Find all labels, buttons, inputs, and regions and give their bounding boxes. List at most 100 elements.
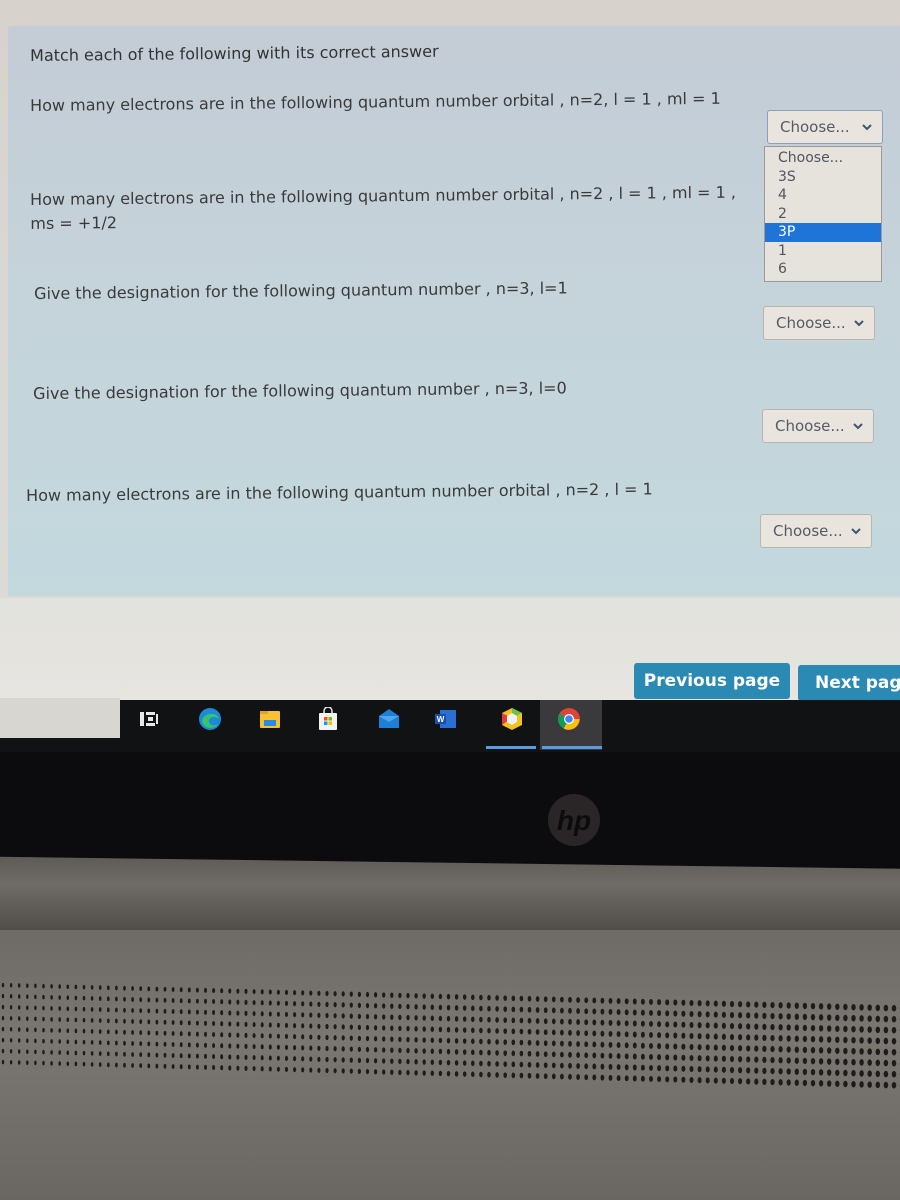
dropdown-option[interactable]: 4 bbox=[765, 186, 881, 205]
grille-hole bbox=[681, 999, 686, 1006]
file-explorer-icon[interactable] bbox=[258, 707, 282, 731]
grille-hole bbox=[665, 1076, 670, 1083]
answer-dropdown-list[interactable]: Choose... 3S 4 2 3P 1 6 bbox=[764, 146, 882, 282]
grille-hole bbox=[503, 995, 508, 1001]
grille-hole bbox=[705, 1022, 710, 1029]
answer-select-1[interactable]: Choose... bbox=[767, 110, 883, 144]
grille-hole bbox=[349, 1068, 353, 1074]
grille-hole bbox=[713, 1066, 718, 1073]
grille-hole bbox=[827, 1058, 832, 1065]
grille-hole bbox=[123, 1040, 126, 1046]
grille-hole bbox=[770, 1056, 775, 1064]
grille-hole bbox=[786, 1046, 791, 1053]
grille-hole bbox=[373, 1003, 378, 1009]
grille-hole bbox=[74, 1050, 78, 1056]
grille-hole bbox=[584, 1063, 589, 1070]
task-view-icon[interactable] bbox=[137, 707, 161, 731]
grille-hole bbox=[74, 1039, 78, 1045]
grille-hole bbox=[123, 1062, 126, 1068]
grille-hole bbox=[576, 1008, 580, 1014]
grille-hole bbox=[616, 1020, 621, 1027]
grille-hole bbox=[422, 1015, 426, 1021]
dropdown-option[interactable]: Choose... bbox=[765, 149, 881, 168]
grille-hole bbox=[843, 1025, 848, 1033]
grille-hole bbox=[90, 1018, 94, 1023]
hp-logo-text: hp bbox=[557, 805, 591, 836]
grille-hole bbox=[365, 1035, 370, 1042]
grille-hole bbox=[333, 1002, 337, 1008]
grille-hole bbox=[357, 1035, 362, 1041]
dropdown-option[interactable]: 6 bbox=[765, 260, 881, 279]
grille-hole bbox=[746, 1045, 751, 1052]
grille-hole bbox=[9, 1038, 13, 1043]
grille-hole bbox=[147, 1063, 151, 1069]
grille-hole bbox=[689, 1076, 694, 1084]
grille-hole bbox=[883, 1081, 889, 1089]
answer-select-5[interactable]: Choose... bbox=[760, 514, 872, 548]
grille-hole bbox=[535, 1018, 540, 1024]
grille-hole bbox=[357, 1024, 362, 1030]
word-letter: W bbox=[437, 715, 445, 724]
grille-hole bbox=[9, 1060, 13, 1065]
grille-hole bbox=[721, 1011, 726, 1018]
microsoft-store-icon[interactable] bbox=[316, 707, 340, 731]
grille-hole bbox=[50, 1017, 53, 1022]
grille-hole bbox=[98, 985, 102, 990]
grille-hole bbox=[519, 1061, 524, 1068]
grille-hole bbox=[26, 1005, 29, 1010]
grille-hole bbox=[438, 1004, 443, 1011]
grille-hole bbox=[325, 1034, 329, 1041]
grille-hole bbox=[187, 1042, 191, 1048]
grille-hole bbox=[487, 1027, 491, 1034]
edge-icon[interactable] bbox=[198, 707, 222, 731]
grille-hole bbox=[454, 1071, 459, 1077]
dropdown-option[interactable]: 1 bbox=[765, 242, 881, 261]
grille-hole bbox=[179, 1053, 183, 1059]
dropdown-option-highlighted[interactable]: 3P bbox=[765, 223, 881, 242]
mail-icon[interactable] bbox=[377, 707, 401, 731]
hexagon-app-icon[interactable] bbox=[500, 707, 524, 731]
grille-hole bbox=[9, 1005, 13, 1010]
next-page-button[interactable]: Next page bbox=[798, 665, 900, 701]
grille-hole bbox=[479, 1071, 483, 1078]
answer-select-4[interactable]: Choose... bbox=[762, 409, 874, 443]
grille-hole bbox=[560, 1051, 564, 1058]
grille-hole bbox=[729, 1022, 735, 1030]
grille-hole bbox=[147, 1041, 151, 1047]
grille-hole bbox=[584, 1052, 589, 1059]
grille-hole bbox=[705, 1011, 710, 1018]
grille-hole bbox=[123, 985, 126, 991]
word-icon[interactable]: W bbox=[434, 707, 458, 731]
grille-hole bbox=[462, 1071, 467, 1077]
grille-hole bbox=[665, 999, 670, 1006]
grille-hole bbox=[293, 1045, 297, 1051]
grille-hole bbox=[82, 1028, 86, 1034]
grille-hole bbox=[705, 1044, 710, 1051]
grille-hole bbox=[592, 1074, 597, 1081]
dropdown-option[interactable]: 2 bbox=[765, 205, 881, 224]
grille-hole bbox=[276, 1011, 280, 1017]
grille-hole bbox=[875, 1015, 881, 1023]
grille-hole bbox=[195, 1031, 199, 1037]
answer-select-3[interactable]: Choose... bbox=[763, 306, 875, 340]
previous-page-button[interactable]: Previous page bbox=[634, 663, 790, 699]
grille-hole bbox=[778, 1068, 783, 1075]
chrome-icon[interactable] bbox=[557, 707, 581, 731]
grille-hole bbox=[697, 1044, 702, 1051]
grille-hole bbox=[689, 1065, 694, 1073]
running-app-indicator bbox=[486, 746, 536, 749]
grille-hole bbox=[859, 1048, 864, 1055]
grille-hole bbox=[859, 1015, 864, 1022]
grille-hole bbox=[632, 1064, 637, 1071]
dropdown-option[interactable]: 3S bbox=[765, 168, 881, 187]
grille-hole bbox=[479, 1027, 483, 1034]
grille-hole bbox=[738, 1056, 743, 1063]
grille-hole bbox=[430, 1015, 435, 1021]
grille-hole bbox=[131, 1052, 134, 1057]
grille-hole bbox=[827, 1036, 832, 1043]
grille-hole bbox=[721, 1022, 726, 1029]
hp-logo-icon: hp bbox=[548, 794, 600, 846]
grille-hole bbox=[640, 1053, 645, 1060]
grille-hole bbox=[1, 993, 5, 999]
grille-hole bbox=[859, 1004, 864, 1011]
